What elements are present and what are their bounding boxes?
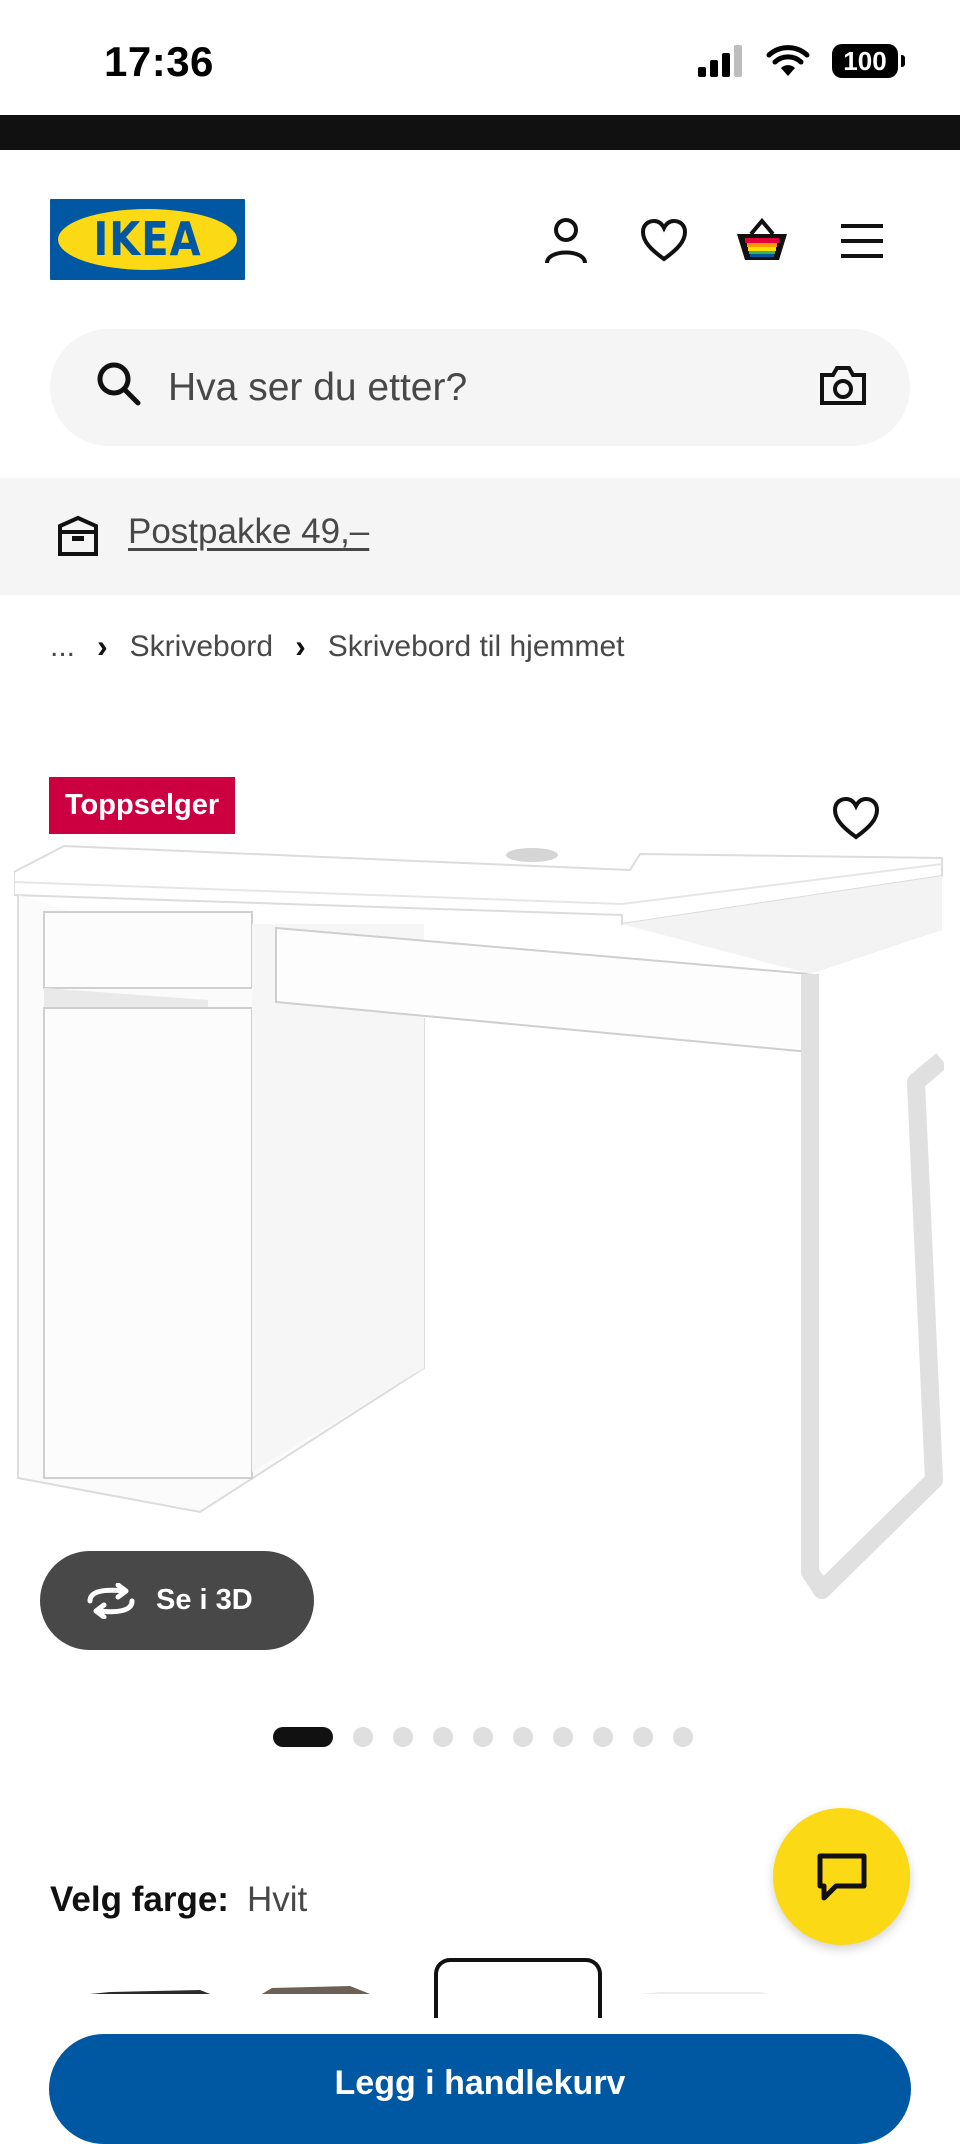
- carousel-dot[interactable]: [353, 1727, 373, 1747]
- chevron-right-icon: ›: [295, 628, 306, 664]
- swatch-option[interactable]: [90, 1990, 210, 1994]
- carousel-dot[interactable]: [593, 1727, 613, 1747]
- delivery-banner[interactable]: Postpakke 49,–: [0, 478, 960, 595]
- status-bar: 17:36 100: [0, 0, 960, 115]
- carousel-dot[interactable]: [433, 1727, 453, 1747]
- carousel-dot[interactable]: [673, 1727, 693, 1747]
- top-divider-bar: [0, 115, 960, 150]
- basket-icon[interactable]: [732, 211, 792, 271]
- carousel-dot-active[interactable]: [273, 1727, 333, 1747]
- color-value: Hvit: [246, 1880, 308, 1919]
- delivery-link[interactable]: Postpakke 49,–: [128, 512, 369, 552]
- signal-icon: [698, 45, 742, 77]
- wifi-icon: [766, 45, 810, 76]
- view-3d-button[interactable]: Se i 3D: [40, 1551, 314, 1650]
- chat-icon: [817, 1853, 866, 1900]
- chat-button[interactable]: [773, 1808, 910, 1945]
- breadcrumb-ellipsis[interactable]: ...: [50, 630, 75, 664]
- carousel-dot[interactable]: [393, 1727, 413, 1747]
- heart-icon[interactable]: [634, 211, 694, 271]
- product-image[interactable]: [14, 820, 944, 1610]
- carousel-dot[interactable]: [633, 1727, 653, 1747]
- add-to-favourites-heart-icon[interactable]: [832, 796, 892, 857]
- chevron-right-icon: ›: [97, 628, 108, 664]
- menu-icon[interactable]: [832, 211, 892, 271]
- breadcrumb-item-desks[interactable]: Skrivebord: [130, 630, 273, 664]
- search-icon: [97, 362, 141, 406]
- breadcrumb-item-home-desks[interactable]: Skrivebord til hjemmet: [328, 630, 625, 664]
- carousel-dot[interactable]: [553, 1727, 573, 1747]
- rotate-3d-icon: [87, 1582, 135, 1619]
- carousel-indicator: [273, 1727, 693, 1747]
- parcel-icon: [58, 515, 98, 556]
- view-3d-label: Se i 3D: [156, 1584, 253, 1616]
- swatch-option[interactable]: [262, 1986, 370, 1994]
- carousel-dot[interactable]: [473, 1727, 493, 1747]
- user-icon[interactable]: [536, 211, 596, 271]
- color-selector: Velg farge: Hvit: [50, 1880, 307, 1920]
- battery-icon: 100: [832, 44, 905, 78]
- ikea-logo[interactable]: IKEA: [50, 199, 245, 280]
- search-input[interactable]: Hva ser du etter?: [50, 329, 910, 446]
- color-label: Velg farge:: [50, 1880, 229, 1919]
- swatch-option[interactable]: [640, 1992, 770, 1994]
- logo-text: IKEA: [93, 213, 202, 266]
- top-seller-badge: Toppselger: [49, 777, 236, 834]
- breadcrumb: ... › Skrivebord › Skrivebord til hjemme…: [50, 628, 625, 665]
- swatch-option-selected[interactable]: [434, 1958, 602, 2018]
- add-to-cart-button[interactable]: Legg i handlekurv: [49, 2034, 911, 2144]
- camera-icon[interactable]: [818, 359, 868, 411]
- status-time: 17:36: [104, 38, 214, 85]
- search-placeholder: Hva ser du etter?: [168, 366, 468, 409]
- status-icons: 100: [698, 44, 905, 78]
- carousel-dot[interactable]: [513, 1727, 533, 1747]
